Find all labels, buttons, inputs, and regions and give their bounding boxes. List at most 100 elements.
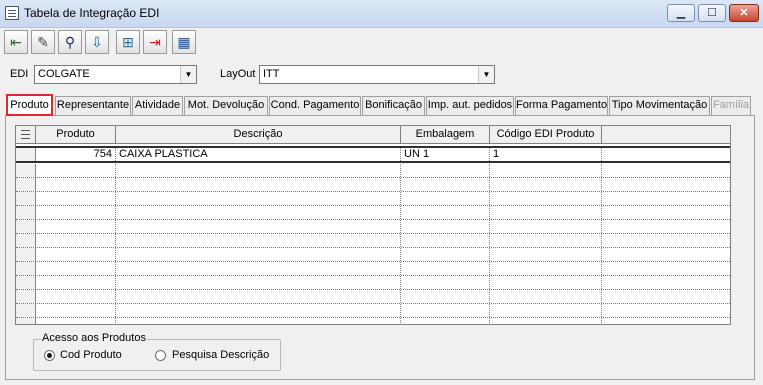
grid-cell[interactable] xyxy=(401,234,490,247)
grid-cell[interactable] xyxy=(401,164,490,177)
grid-cell[interactable] xyxy=(401,248,490,261)
grid-cell[interactable] xyxy=(36,192,116,205)
radio-cod-produto-label[interactable]: Cod Produto xyxy=(60,349,122,361)
grid-cell[interactable] xyxy=(401,192,490,205)
grid-cell[interactable] xyxy=(490,248,602,261)
row-header[interactable] xyxy=(16,248,36,261)
row-header[interactable] xyxy=(16,192,36,205)
row-header[interactable] xyxy=(16,290,36,303)
table-row[interactable] xyxy=(16,290,730,304)
column-header-codigo-edi[interactable]: Código EDI Produto xyxy=(490,126,602,143)
row-header[interactable] xyxy=(16,304,36,317)
tab-forma-pagamento[interactable]: Forma Pagamento xyxy=(515,96,608,115)
import-button[interactable]: ⇩ xyxy=(85,30,109,54)
tab-mot-devolucao[interactable]: Mot. Devolução xyxy=(184,96,268,115)
row-header[interactable] xyxy=(16,148,36,161)
grid-cell[interactable] xyxy=(36,304,116,317)
tab-representante[interactable]: Representante xyxy=(55,96,131,115)
close-button[interactable]: ✕ xyxy=(729,4,759,22)
grid-cell[interactable] xyxy=(36,206,116,219)
column-header-descricao[interactable]: Descrição xyxy=(116,126,401,143)
grid-cell[interactable] xyxy=(116,304,401,317)
grid-cell[interactable] xyxy=(116,290,401,303)
row-header[interactable] xyxy=(16,206,36,219)
table-row[interactable] xyxy=(16,276,730,290)
grid-cell[interactable] xyxy=(490,234,602,247)
grid-cell[interactable] xyxy=(490,192,602,205)
table-row[interactable]: 754 CAIXA PLASTICA UN 1 1 xyxy=(16,146,730,163)
add-row-button[interactable]: ⊞ xyxy=(116,30,140,54)
row-header[interactable] xyxy=(16,276,36,289)
cell-produto[interactable]: 754 xyxy=(36,148,116,161)
grid-cell[interactable] xyxy=(401,220,490,233)
cell-embalagem[interactable]: UN 1 xyxy=(401,148,490,161)
grid-corner-icon[interactable] xyxy=(16,126,36,143)
grid-cell[interactable] xyxy=(490,220,602,233)
new-table-button[interactable]: ▦ xyxy=(172,30,196,54)
grid-cell[interactable] xyxy=(36,234,116,247)
layout-select[interactable]: ITT ▼ xyxy=(259,65,495,84)
grid-cell[interactable] xyxy=(36,276,116,289)
grid-cell[interactable] xyxy=(116,192,401,205)
tab-produto[interactable]: Produto xyxy=(6,94,53,116)
tab-imp-aut-pedidos[interactable]: Imp. aut. pedidos xyxy=(426,96,514,115)
grid-cell[interactable] xyxy=(401,206,490,219)
grid-cell[interactable] xyxy=(36,262,116,275)
edi-select[interactable]: COLGATE ▼ xyxy=(34,65,197,84)
grid-cell[interactable] xyxy=(116,206,401,219)
row-header[interactable] xyxy=(16,262,36,275)
row-header[interactable] xyxy=(16,318,36,324)
table-row[interactable] xyxy=(16,178,730,192)
tab-tipo-movimentacao[interactable]: Tipo Movimentação xyxy=(609,96,710,115)
tab-cond-pagamento[interactable]: Cond. Pagamento xyxy=(269,96,361,115)
grid-cell[interactable] xyxy=(401,178,490,191)
table-row[interactable] xyxy=(16,192,730,206)
grid-cell[interactable] xyxy=(490,164,602,177)
grid-cell[interactable] xyxy=(116,234,401,247)
row-header[interactable] xyxy=(16,220,36,233)
chevron-down-icon[interactable]: ▼ xyxy=(180,66,196,83)
table-row[interactable] xyxy=(16,164,730,178)
grid-cell[interactable] xyxy=(36,164,116,177)
delete-row-button[interactable]: ⇥ xyxy=(143,30,167,54)
grid-cell[interactable] xyxy=(401,290,490,303)
cell-descricao[interactable]: CAIXA PLASTICA xyxy=(116,148,401,161)
radio-pesquisa-descricao-label[interactable]: Pesquisa Descrição xyxy=(172,349,269,361)
cell-codigo-edi[interactable]: 1 xyxy=(490,148,602,161)
grid-cell[interactable] xyxy=(490,262,602,275)
grid-cell[interactable] xyxy=(116,220,401,233)
column-header-embalagem[interactable]: Embalagem xyxy=(401,126,490,143)
grid-cell[interactable] xyxy=(116,178,401,191)
maximize-button[interactable]: ☐ xyxy=(698,4,726,22)
table-row[interactable] xyxy=(16,206,730,220)
table-row[interactable] xyxy=(16,234,730,248)
grid-cell[interactable] xyxy=(401,318,490,324)
row-header[interactable] xyxy=(16,178,36,191)
table-row[interactable] xyxy=(16,248,730,262)
exit-button[interactable]: ⇤ xyxy=(4,30,28,54)
table-row[interactable] xyxy=(16,304,730,318)
row-header[interactable] xyxy=(16,164,36,177)
radio-pesquisa-descricao[interactable] xyxy=(155,350,166,361)
edit-button[interactable]: ✎ xyxy=(31,30,55,54)
grid-cell[interactable] xyxy=(401,262,490,275)
grid-cell[interactable] xyxy=(116,318,401,324)
grid-cell[interactable] xyxy=(490,318,602,324)
grid-cell[interactable] xyxy=(401,276,490,289)
grid-cell[interactable] xyxy=(490,206,602,219)
table-row[interactable] xyxy=(16,262,730,276)
table-row[interactable] xyxy=(16,318,730,324)
table-row[interactable] xyxy=(16,220,730,234)
column-header-produto[interactable]: Produto xyxy=(36,126,116,143)
grid-cell[interactable] xyxy=(490,304,602,317)
tab-atividade[interactable]: Atividade xyxy=(132,96,183,115)
grid-cell[interactable] xyxy=(36,318,116,324)
grid-cell[interactable] xyxy=(116,164,401,177)
grid-cell[interactable] xyxy=(401,304,490,317)
chevron-down-icon[interactable]: ▼ xyxy=(478,66,494,83)
grid-cell[interactable] xyxy=(116,248,401,261)
grid-cell[interactable] xyxy=(36,178,116,191)
products-grid[interactable]: Produto Descrição Embalagem Código EDI P… xyxy=(15,125,731,325)
minimize-button[interactable]: ▁ xyxy=(667,4,695,22)
grid-cell[interactable] xyxy=(490,276,602,289)
